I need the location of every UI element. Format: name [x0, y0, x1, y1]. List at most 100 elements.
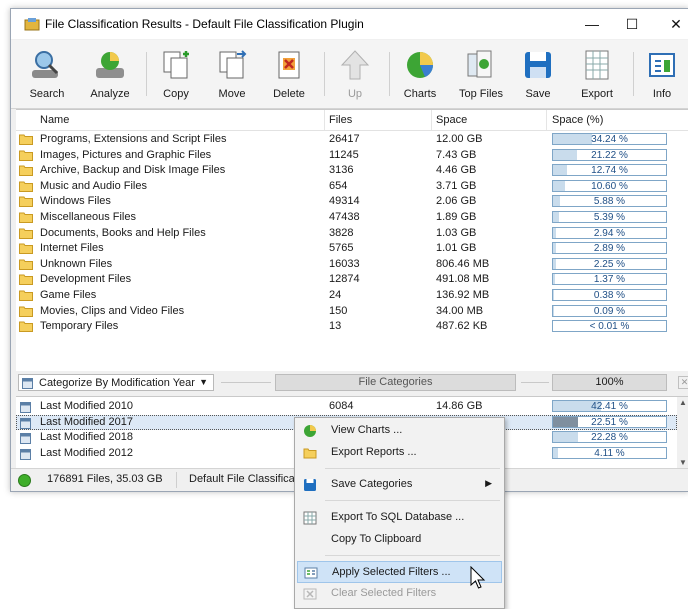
space-percent-bar: 4.11 %: [552, 446, 667, 459]
up-button[interactable]: Up: [333, 42, 377, 106]
year-name: Last Modified 2010: [40, 400, 133, 412]
category-space: 3.71 GB: [436, 179, 477, 192]
scroll-down-icon[interactable]: ▼: [677, 458, 688, 467]
space-percent-text: 4.11 %: [594, 447, 625, 459]
table-row[interactable]: Internet Files 5765 1.01 GB 2.89 %: [16, 241, 688, 256]
category-space: 136.92 MB: [436, 289, 490, 301]
menu-item-copy-clipboard[interactable]: Copy To Clipboard: [297, 529, 502, 551]
table-row[interactable]: Miscellaneous Files 47438 1.89 GB 5.39 %: [16, 210, 688, 225]
table-row[interactable]: Windows Files 49314 2.06 GB 5.88 %: [16, 194, 688, 209]
category-name: Programs, Extensions and Script Files: [40, 133, 227, 145]
close-panel-icon[interactable]: ✕: [678, 376, 688, 389]
column-header-files[interactable]: Files: [329, 114, 352, 126]
folder-icon: [19, 259, 33, 270]
table-row[interactable]: Unknown Files 16033 806.46 MB 2.25 %: [16, 257, 688, 272]
space-percent-text: 22.28 %: [591, 432, 628, 444]
title-bar: File Classification Results - Default Fi…: [11, 9, 688, 39]
close-button[interactable]: ✕: [653, 9, 688, 39]
categorize-dropdown[interactable]: Categorize By Modification Year ▼: [18, 374, 214, 391]
move-button[interactable]: Move: [210, 42, 254, 106]
table-row[interactable]: Game Files 24 136.92 MB 0.38 %: [16, 288, 688, 303]
status-ok-icon: [18, 474, 31, 487]
category-name: Images, Pictures and Graphic Files: [40, 148, 212, 161]
space-percent-text: 21.22 %: [591, 149, 628, 161]
scroll-up-icon[interactable]: ▲: [677, 398, 688, 407]
category-name: Miscellaneous Files: [40, 211, 136, 223]
category-space: 1.03 GB: [436, 226, 477, 239]
table-row[interactable]: Movies, Clips and Video Files 150 34.00 MB…: [16, 304, 688, 319]
space-percent-text: 34.24 %: [591, 134, 628, 145]
folder-icon: [19, 181, 33, 192]
category-files: 13: [329, 320, 342, 333]
file-categories-header[interactable]: File Categories: [275, 374, 516, 391]
category-name: Windows Files: [40, 195, 111, 208]
export-button[interactable]: Export: [571, 42, 623, 106]
folder-icon: [19, 134, 33, 145]
category-name: Game Files: [40, 289, 97, 301]
calendar-icon: [20, 448, 31, 460]
copy-button[interactable]: Copy: [154, 42, 198, 106]
analyze-icon: [96, 52, 124, 78]
toolbar-separator: [324, 52, 325, 96]
category-space: 7.43 GB: [436, 148, 477, 161]
menu-item-export-sql[interactable]: Export To SQL Database ...: [297, 507, 502, 529]
year-files: 6084: [329, 400, 354, 412]
table-row[interactable]: Archive, Backup and Disk Image Files 3136…: [16, 163, 688, 178]
year-name: Last Modified 2012: [40, 446, 133, 459]
folder-icon: [19, 228, 33, 239]
save-button[interactable]: Save: [515, 42, 561, 106]
category-files: 5765: [329, 242, 354, 255]
space-percent-text: < 0.01 %: [589, 321, 630, 333]
category-name: Unknown Files: [40, 257, 113, 270]
search-button[interactable]: Search: [23, 42, 71, 106]
categories-table: Name Files Space Space (%) Programs, Ext…: [16, 109, 688, 372]
table-row[interactable]: Programs, Extensions and Script Files 264…: [16, 132, 688, 147]
clear-filter-icon: [303, 588, 317, 600]
category-files: 12874: [329, 273, 360, 286]
delete-button[interactable]: Delete: [266, 42, 312, 106]
space-percent-bar: 2.89 %: [552, 242, 667, 255]
category-space: 34.00 MB: [436, 304, 484, 317]
folder-icon: [19, 150, 33, 161]
space-percent-text: 12.74 %: [591, 165, 628, 177]
table-row[interactable]: Images, Pictures and Graphic Files 11245 7…: [16, 148, 688, 163]
menu-item-save-categories[interactable]: Save Categories ▶: [297, 474, 502, 496]
vertical-scrollbar[interactable]: ▲ ▼: [677, 397, 688, 468]
space-percent-text: 0.38 %: [593, 290, 626, 301]
menu-item-view-charts[interactable]: View Charts ...: [297, 420, 502, 442]
charts-button[interactable]: Charts: [397, 42, 443, 106]
top-files-icon: [467, 50, 492, 78]
folder-icon: [303, 448, 317, 459]
folder-icon: [19, 321, 33, 333]
table-row[interactable]: Temporary Files 13 487.62 KB < 0.01 %: [16, 319, 688, 334]
space-percent-text: 2.25 %: [593, 258, 626, 270]
top-files-button[interactable]: Top Files: [453, 42, 509, 106]
space-percent-text: 10.60 %: [591, 180, 628, 192]
category-files: 26417: [329, 133, 360, 145]
table-row[interactable]: Music and Audio Files 654 3.71 GB 10.60 %: [16, 179, 688, 194]
categorize-bar: Categorize By Modification Year ▼ File C…: [16, 371, 688, 395]
info-icon: [649, 53, 675, 77]
category-space: 487.62 KB: [436, 320, 488, 333]
category-name: Movies, Clips and Video Files: [40, 304, 185, 317]
analyze-button[interactable]: Analyze: [83, 42, 137, 106]
export-icon: [585, 50, 609, 80]
charts-icon: [304, 425, 316, 437]
charts-icon: [407, 52, 433, 78]
space-percent-bar: 5.39 %: [552, 211, 667, 223]
category-files: 11245: [329, 148, 359, 161]
column-header-space-pct[interactable]: Space (%): [552, 114, 603, 126]
list-item[interactable]: Last Modified 2010 6084 14.86 GB 42.41 %: [16, 399, 677, 414]
table-row[interactable]: Development Files 12874 491.08 MB 1.37 %: [16, 272, 688, 287]
category-files: 3828: [329, 226, 354, 239]
category-files: 150: [329, 304, 348, 317]
info-button[interactable]: Info: [641, 42, 683, 106]
maximize-button[interactable]: ☐: [609, 9, 655, 39]
table-row[interactable]: Documents, Books and Help Files 3828 1.03 …: [16, 226, 688, 241]
category-files: 3136: [329, 164, 354, 177]
column-header-space[interactable]: Space: [436, 114, 467, 126]
menu-item-export-reports[interactable]: Export Reports ...: [297, 442, 502, 464]
column-header-name[interactable]: Name: [40, 114, 69, 126]
space-percent-bar: 2.94 %: [552, 226, 667, 239]
space-percent-text: 22.51 %: [591, 416, 628, 428]
